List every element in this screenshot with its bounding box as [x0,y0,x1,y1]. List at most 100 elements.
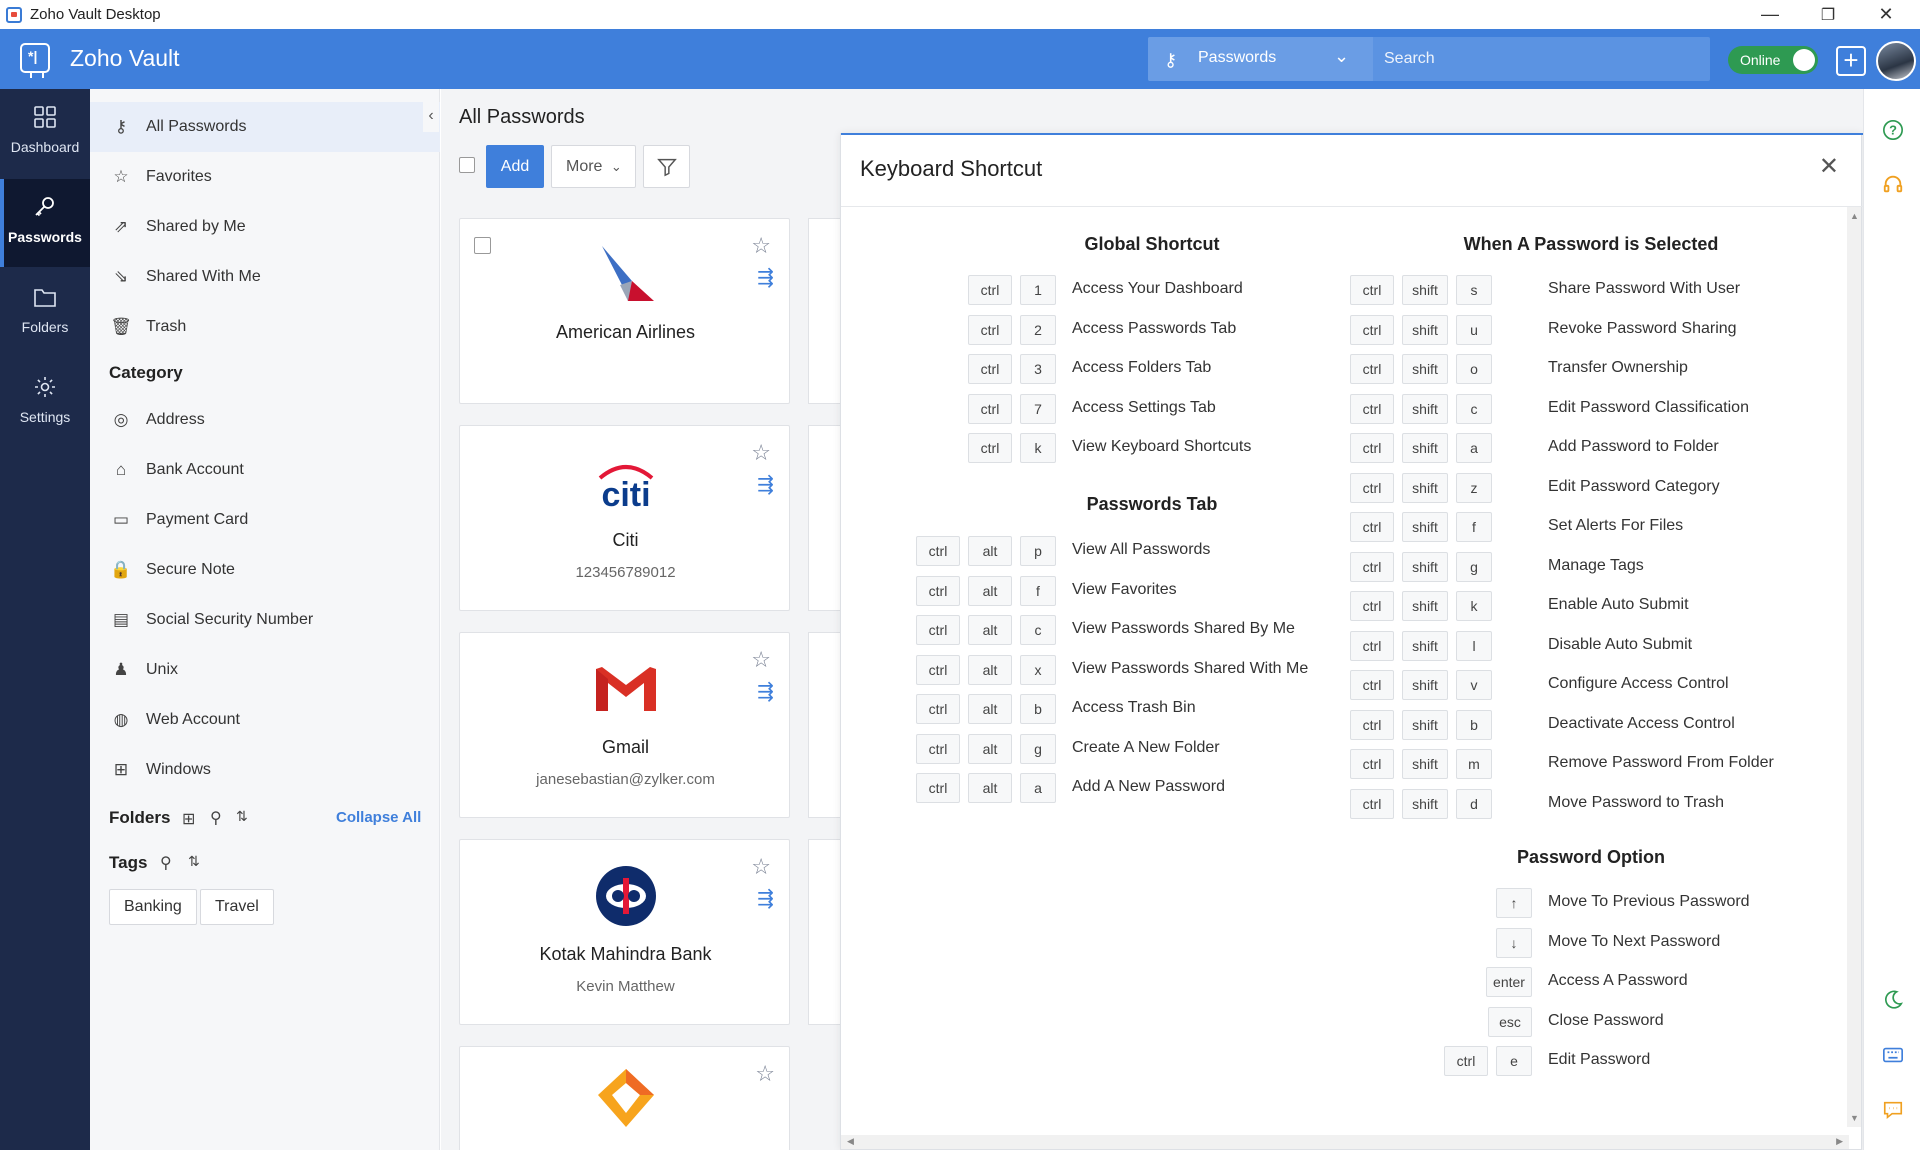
scroll-up-icon[interactable]: ▲ [1850,211,1859,221]
search-icon[interactable]: ⚲ [160,853,172,873]
password-card[interactable]: ☆ ⇶ Gmail janesebastian@zylker.com [459,632,790,818]
key-cap: ctrl [968,275,1012,305]
key-cap: m [1456,749,1492,779]
horizontal-scrollbar[interactable]: ◀ ▶ [841,1135,1849,1149]
dark-mode-icon[interactable] [1882,989,1904,1011]
svg-text:?: ? [1889,123,1897,138]
key-cap: alt [968,733,1012,764]
sidebar-item-trash[interactable]: 🗑 Trash [90,302,440,352]
sidebar-item-bank-account[interactable]: ⌂ Bank Account [90,445,440,495]
shortcut-label: Close Password [1548,1011,1664,1029]
shortcut-label: Set Alerts For Files [1548,517,1684,534]
password-card[interactable]: ☆ ⇶ American Airlines [459,218,790,404]
sidebar-item-web-account[interactable]: ◍ Web Account [90,695,440,745]
star-icon[interactable]: ☆ [751,647,771,673]
avatar[interactable] [1876,41,1916,81]
key-cap: e [1496,1046,1532,1076]
star-icon[interactable]: ☆ [751,233,771,259]
add-password-button[interactable]: Add [486,145,544,188]
add-new-button[interactable]: + [1836,46,1866,76]
scroll-down-icon[interactable]: ▼ [1850,1113,1859,1123]
key-cap: ↓ [1496,927,1532,958]
add-folder-icon[interactable]: ⊞ [182,809,195,829]
collapse-all-link[interactable]: Collapse All [336,809,421,826]
search-icon[interactable]: ⚲ [210,808,222,828]
gear-icon [35,377,55,397]
search-input[interactable] [1384,45,1704,73]
shortcut-label: Access Settings Tab [1072,398,1216,416]
close-window-button[interactable]: ✕ [1858,0,1914,29]
minimize-button[interactable]: — [1742,0,1798,29]
card-checkbox[interactable] [474,237,491,254]
nav-label: Folders [21,319,69,335]
shortcut-label: Deactivate Access Control [1548,714,1735,732]
sidebar-item-unix[interactable]: ♟ Unix [90,645,440,695]
nav-passwords[interactable]: Passwords [0,179,90,267]
sidebar-item-label: Social Security Number [146,611,314,628]
restore-button[interactable]: ❐ [1800,0,1856,29]
sidebar-item-shared-with-me[interactable]: ⇘ Shared With Me [90,252,440,302]
gmail-logo [596,667,656,711]
key-icon: ⚷ [1164,50,1178,70]
password-card[interactable]: ☆ [459,1046,790,1150]
online-toggle[interactable]: Online [1728,46,1818,74]
key-cap: ctrl [916,536,960,566]
keyboard-shortcut-dialog: Keyboard Shortcut ✕ Global Shortcut ctrl… [840,133,1863,1150]
star-icon[interactable]: ☆ [751,440,771,466]
sidebar-item-address[interactable]: ◎ Address [90,395,440,445]
shortcut-label: Add A New Password [1072,778,1225,795]
card-subtitle: Kevin Matthew [576,978,675,995]
share-icon[interactable]: ⇶ [757,472,774,497]
key-cap: alt [968,615,1012,645]
section-heading-global: Global Shortcut [1084,234,1220,254]
headset-icon[interactable] [1882,173,1904,195]
vertical-scrollbar[interactable]: ▲ ▼ [1847,207,1861,1127]
close-icon[interactable]: ✕ [1819,152,1839,181]
shortcut-label: Share Password With User [1548,280,1741,297]
key-cap: ctrl [1350,393,1394,424]
share-icon[interactable]: ⇶ [757,265,774,290]
feedback-icon[interactable] [1882,1099,1904,1121]
sidebar-item-payment-card[interactable]: ▭ Payment Card [90,495,440,545]
sidebar-item-shared-by-me[interactable]: ⇗ Shared by Me [90,202,440,252]
shortcut-label: Edit Password Classification [1548,398,1749,416]
shortcut-label: Access Passwords Tab [1072,319,1237,337]
keyboard-icon[interactable] [1882,1044,1904,1066]
scroll-right-icon[interactable]: ▶ [1836,1136,1843,1147]
more-dropdown[interactable]: More ⌄ [551,145,636,188]
sidebar-item-label: Secure Note [146,561,235,578]
select-all-checkbox[interactable] [459,157,475,173]
tag-chip[interactable]: Travel [200,889,274,925]
key-cap: k [1020,433,1056,463]
key-cap: 2 [1020,314,1056,345]
key-cap: u [1456,314,1492,345]
key-cap: g [1020,733,1056,764]
nav-settings[interactable]: Settings [0,359,90,447]
sort-icon[interactable]: ⇅ [236,808,248,825]
sidebar-item-social-security-number[interactable]: ▤ Social Security Number [90,595,440,645]
key-cap: shift [1402,551,1448,582]
nav-dashboard[interactable]: Dashboard [0,89,90,177]
collapse-sidebar-button[interactable]: ‹ [423,102,439,132]
sidebar-item-all-passwords[interactable]: ⚷ All Passwords [90,102,440,152]
tag-chip[interactable]: Banking [109,889,197,925]
sidebar-item-favorites[interactable]: ☆ Favorites [90,152,440,202]
password-card[interactable]: ☆ ⇶ Kotak Mahindra Bank Kevin Matthew [459,839,790,1025]
share-icon[interactable]: ⇶ [757,886,774,911]
key-cap: shift [1402,788,1448,819]
filter-button[interactable] [643,145,690,188]
all-passwords-icon: ⚷ [114,117,128,136]
sort-icon[interactable]: ⇅ [188,853,200,870]
trash-icon: 🗑 [110,317,132,336]
help-icon[interactable]: ? [1882,119,1904,141]
scroll-left-icon[interactable]: ◀ [847,1136,854,1147]
share-icon[interactable]: ⇶ [757,679,774,704]
sidebar-item-windows[interactable]: ⊞ Windows [90,745,440,795]
nav-folders[interactable]: Folders [0,269,90,357]
search-scope-select[interactable]: ⚷ Passwords ⌄ [1148,37,1373,81]
star-icon[interactable]: ☆ [755,1061,775,1087]
password-card[interactable]: ☆ ⇶ citi Citi 123456789012 [459,425,790,611]
kotak-logo [596,866,656,926]
star-icon[interactable]: ☆ [751,854,771,880]
sidebar-item-secure-note[interactable]: 🔒 Secure Note [90,545,440,595]
